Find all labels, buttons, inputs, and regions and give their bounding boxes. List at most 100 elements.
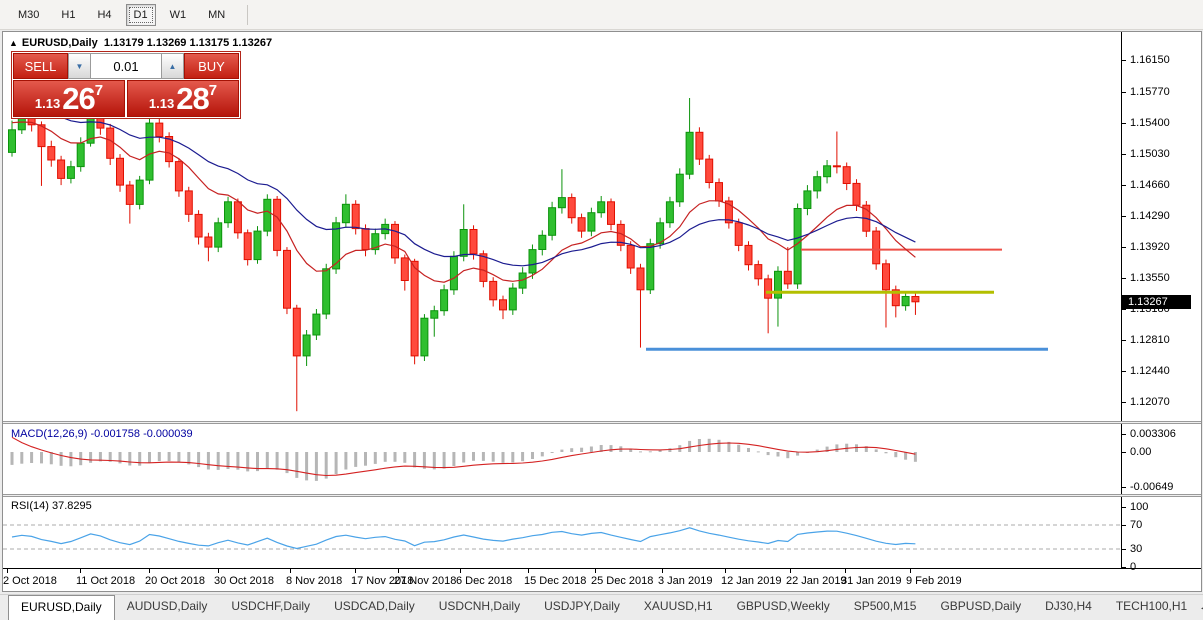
chevron-up-icon: ▲: [169, 62, 177, 71]
rsi-axis-label: 30: [1130, 543, 1142, 555]
axis-tick: [1122, 567, 1126, 568]
macd-label: MACD(12,26,9) -0.001758 -0.000039: [11, 428, 193, 440]
chart-tab-usdchf-daily[interactable]: USDCHF,Daily: [219, 595, 322, 620]
time-axis-tick: [355, 569, 356, 573]
price-axis-label: 1.15400: [1130, 117, 1170, 129]
macd-axis-label: 0.00: [1130, 446, 1151, 458]
buy-price-big: 28: [176, 82, 208, 115]
axis-tick: [1122, 60, 1126, 61]
chart-tab-dj30-h4[interactable]: DJ30,H4: [1033, 595, 1104, 620]
macd-values: -0.001758 -0.000039: [90, 428, 192, 440]
rsi-axis-label: 100: [1130, 501, 1148, 513]
time-axis-label: 22 Jan 2019: [786, 575, 847, 587]
axis-tick: [1122, 525, 1126, 526]
macd-axis-label: -0.00649: [1130, 481, 1173, 493]
time-axis-label: 8 Nov 2018: [286, 575, 342, 587]
timeframe-button-h1[interactable]: H1: [53, 4, 83, 26]
sell-price-sup: 7: [95, 83, 103, 98]
time-axis-label: 2 Oct 2018: [3, 575, 57, 587]
price-axis-label: 1.12440: [1130, 365, 1170, 377]
tab-scroll-left-icon[interactable]: ◄: [1199, 603, 1203, 613]
time-axis-label: 3 Jan 2019: [658, 575, 712, 587]
volume-increase-button[interactable]: ▲: [161, 53, 184, 79]
pane-splitter[interactable]: [3, 421, 1201, 424]
chart-tab-eurusd-daily[interactable]: EURUSD,Daily: [8, 595, 115, 620]
axis-tick: [1122, 247, 1126, 248]
time-axis-label: 12 Jan 2019: [721, 575, 782, 587]
time-axis-tick: [149, 569, 150, 573]
time-axis-label: 27 Nov 2018: [394, 575, 456, 587]
axis-tick: [1122, 452, 1126, 453]
axis-tick: [1122, 487, 1126, 488]
macd-axis-label: 0.003306: [1130, 428, 1176, 440]
axis-tick: [1122, 216, 1126, 217]
chart-tab-xauusd-h1[interactable]: XAUUSD,H1: [632, 595, 725, 620]
chart-tab-usdjpy-daily[interactable]: USDJPY,Daily: [532, 595, 632, 620]
timeframe-button-mn[interactable]: MN: [200, 4, 233, 26]
axis-tick: [1122, 185, 1126, 186]
time-axis-tick: [595, 569, 596, 573]
chart-window[interactable]: ▲EURUSD,Daily 1.13179 1.13269 1.13175 1.…: [2, 31, 1202, 592]
time-axis: 2 Oct 201811 Oct 201820 Oct 201830 Oct 2…: [3, 568, 1201, 591]
rsi-axis-label: 70: [1130, 519, 1142, 531]
buy-button[interactable]: BUY: [184, 53, 239, 79]
timeframe-button-d1[interactable]: D1: [126, 4, 156, 26]
axis-tick: [1122, 123, 1126, 124]
chart-tab-gbpusd-weekly[interactable]: GBPUSD,Weekly: [725, 595, 842, 620]
time-axis-label: 11 Oct 2018: [76, 575, 135, 587]
time-axis-tick: [910, 569, 911, 573]
chart-tab-audusd-daily[interactable]: AUDUSD,Daily: [115, 595, 220, 620]
chart-tab-usdcad-daily[interactable]: USDCAD,Daily: [322, 595, 427, 620]
rsi-axis-label: 0: [1130, 561, 1136, 573]
time-axis-label: 6 Dec 2018: [456, 575, 512, 587]
buy-price-button[interactable]: 1.13 28 7: [127, 80, 239, 117]
sell-price-small: 1.13: [35, 93, 60, 115]
buy-price-small: 1.13: [149, 93, 174, 115]
time-axis-tick: [662, 569, 663, 573]
tab-scroll-controls: ◄►: [1199, 595, 1203, 620]
chart-tab-gbpusd-daily[interactable]: GBPUSD,Daily: [928, 595, 1033, 620]
chart-tab-sp500-m15[interactable]: SP500,M15: [842, 595, 929, 620]
time-axis-tick: [7, 569, 8, 573]
axis-tick: [1122, 154, 1126, 155]
rsi-label: RSI(14) 37.8295: [11, 500, 92, 512]
price-axis-label: 1.12810: [1130, 334, 1170, 346]
axis-tick: [1122, 549, 1126, 550]
mt4-window: M30 H1 H4 D1 W1MN ▲EURUSD,Daily 1.13179 1.13…: [0, 0, 1203, 620]
time-axis-label: 9 Feb 2019: [906, 575, 962, 587]
pane-splitter[interactable]: [3, 494, 1201, 497]
timeframe-button-h4[interactable]: H4: [89, 4, 119, 26]
chart-tab-usdcnh-daily[interactable]: USDCNH,Daily: [427, 595, 532, 620]
axis-tick: [1122, 92, 1126, 93]
timeframe-button-w1[interactable]: W1: [162, 4, 195, 26]
time-axis-tick: [725, 569, 726, 573]
rsi-plot[interactable]: [3, 497, 1121, 568]
time-axis-tick: [218, 569, 219, 573]
time-axis-tick: [460, 569, 461, 573]
price-axis-label: 1.15030: [1130, 148, 1170, 160]
axis-tick: [1122, 507, 1126, 508]
sell-price-button[interactable]: 1.13 26 7: [13, 80, 125, 117]
current-price-badge: 1.13267: [1121, 295, 1191, 309]
price-axis-label: 1.12070: [1130, 396, 1170, 408]
time-axis-tick: [290, 569, 291, 573]
chart-tab-bar: EURUSD,DailyAUDUSD,DailyUSDCHF,DailyUSDC…: [0, 594, 1203, 620]
volume-decrease-button[interactable]: ▼: [68, 53, 91, 79]
time-axis-tick: [80, 569, 81, 573]
timeframe-toolbar: M30 H1 H4 D1 W1MN: [0, 0, 1203, 30]
axis-tick: [1122, 371, 1126, 372]
rsi-value: 37.8295: [52, 500, 92, 512]
one-click-trade-panel: SELL ▼ ▲ BUY 1.13 26 7 1.13 28: [11, 51, 241, 119]
chart-tab-tech100-h1[interactable]: TECH100,H1: [1104, 595, 1199, 620]
time-axis-label: 25 Dec 2018: [591, 575, 653, 587]
sell-button[interactable]: SELL: [13, 53, 68, 79]
volume-input[interactable]: [91, 53, 161, 79]
chevron-down-icon: ▼: [76, 62, 84, 71]
price-axis-label: 1.15770: [1130, 86, 1170, 98]
price-axis-label: 1.16150: [1130, 54, 1170, 66]
axis-tick: [1122, 309, 1126, 310]
chart-title-arrow-icon[interactable]: ▲: [9, 38, 18, 48]
price-axis-label: 1.14290: [1130, 210, 1170, 222]
axis-tick: [1122, 340, 1126, 341]
timeframe-button-m30[interactable]: M30: [10, 4, 47, 26]
